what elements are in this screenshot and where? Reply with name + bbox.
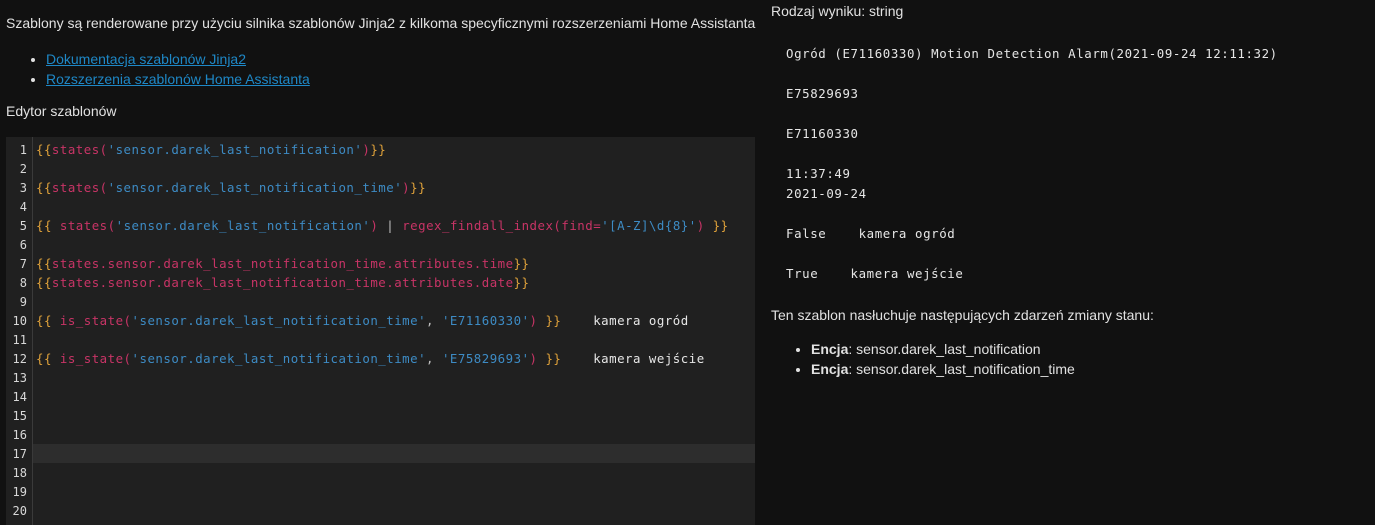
entity-id: : sensor.darek_last_notification_time (848, 361, 1075, 377)
line-number: 4 (19, 200, 27, 214)
code-token: 'sensor.darek_last_notification' (115, 218, 371, 233)
line-number: 5 (19, 219, 27, 233)
code-line: {{states('sensor.darek_last_notification… (36, 142, 386, 157)
listeners-label: Ten szablon nasłuchuje następujących zda… (771, 307, 1154, 323)
rendered-output: Ogród (E71160330) Motion Detection Alarm… (786, 46, 1278, 281)
line-number: 7 (19, 257, 27, 271)
code-token: 'E75829693' (441, 351, 530, 366)
code-token: {{ (36, 313, 52, 328)
listener-entity-list: Encja: sensor.darek_last_notification En… (794, 339, 1075, 379)
jinja2-docs-link[interactable]: Dokumentacja szablonów Jinja2 (46, 51, 246, 67)
line-number: 9 (19, 295, 27, 309)
code-token: 'sensor.darek_last_notification_time' (131, 351, 427, 366)
code-token: {{ (36, 142, 52, 157)
code-token: states.sensor.darek_last_notification_ti… (51, 275, 514, 290)
line-number: 3 (19, 181, 27, 195)
line-number: 8 (19, 276, 27, 290)
code-token: 'sensor.darek_last_notification_time' (107, 180, 403, 195)
ha-extensions-link[interactable]: Rozszerzenia szablonów Home Assistanta (46, 71, 310, 87)
code-token: }} (513, 275, 530, 290)
code-token: ) (696, 218, 713, 233)
code-token: states( (51, 218, 116, 233)
code-token: }} (370, 142, 387, 157)
code-token: }} (545, 351, 562, 366)
line-number: 13 (12, 371, 27, 385)
code-token: , (426, 351, 442, 366)
code-token: kamera wejście (561, 351, 705, 366)
entity-label: Encja (811, 341, 849, 357)
code-token: {{ (36, 256, 52, 271)
code-token: }} (513, 256, 530, 271)
developer-tools-template-page: Szablony są renderowane przy użyciu siln… (0, 0, 1375, 525)
line-number: 14 (12, 390, 27, 404)
code-token: , (426, 313, 442, 328)
result-type-label: Rodzaj wyniku: string (771, 3, 904, 19)
entity-label: Encja (811, 361, 849, 377)
line-number: 17 (12, 447, 27, 461)
line-number: 18 (12, 466, 27, 480)
code-token: is_state( (51, 351, 132, 366)
code-token: 'sensor.darek_last_notification_time' (131, 313, 427, 328)
listener-entity-item: Encja: sensor.darek_last_notification (811, 339, 1075, 359)
docs-links: Dokumentacja szablonów Jinja2 Rozszerzen… (28, 49, 310, 89)
line-number: 1 (19, 143, 27, 157)
code-token: }} (545, 313, 562, 328)
code-token: kamera ogród (561, 313, 689, 328)
line-number: 2 (19, 162, 27, 176)
code-token: states( (51, 142, 108, 157)
line-number: 6 (19, 238, 27, 252)
line-number: 16 (12, 428, 27, 442)
template-result-panel: Rodzaj wyniku: string Ogród (E71160330) … (756, 0, 1375, 525)
line-number: 12 (12, 352, 27, 366)
code-token: {{ (36, 351, 52, 366)
code-token: {{ (36, 218, 52, 233)
code-token: | (378, 218, 403, 233)
docs-link-item: Dokumentacja szablonów Jinja2 (46, 49, 310, 69)
docs-link-item: Rozszerzenia szablonów Home Assistanta (46, 69, 310, 89)
code-token: }} (410, 180, 427, 195)
code-line: {{states.sensor.darek_last_notification_… (36, 275, 530, 290)
editor-label: Edytor szablonów (6, 103, 117, 119)
code-token: is_state( (51, 313, 132, 328)
intro-text: Szablony są renderowane przy użyciu siln… (6, 15, 760, 31)
entity-id: : sensor.darek_last_notification (848, 341, 1041, 357)
code-editor[interactable]: 1 2 3 4 5 6 7 8 9 10 11 12 13 14 15 16 1… (6, 137, 755, 525)
code-token: '[A-Z]\d{8}' (601, 218, 697, 233)
code-token: ) (529, 351, 546, 366)
code-token: {{ (36, 275, 52, 290)
code-line: {{ is_state('sensor.darek_last_notificat… (36, 351, 705, 366)
code-token: 'E71160330' (441, 313, 530, 328)
code-token: ) (529, 313, 546, 328)
line-number: 11 (12, 333, 27, 347)
template-editor-panel: Szablony są renderowane przy użyciu siln… (0, 0, 760, 525)
code-token: states( (51, 180, 108, 195)
line-number-gutter: 1 2 3 4 5 6 7 8 9 10 11 12 13 14 15 16 1… (6, 137, 33, 525)
line-number: 10 (12, 314, 27, 328)
code-token: ) (402, 180, 411, 195)
listener-entity-item: Encja: sensor.darek_last_notification_ti… (811, 359, 1075, 379)
line-number: 15 (12, 409, 27, 423)
code-line: {{states('sensor.darek_last_notification… (36, 180, 426, 195)
code-token: regex_findall_index(find= (402, 218, 602, 233)
code-line: {{ states('sensor.darek_last_notificatio… (36, 218, 729, 233)
code-token: {{ (36, 180, 52, 195)
code-line: {{ is_state('sensor.darek_last_notificat… (36, 313, 689, 328)
line-number: 20 (12, 504, 27, 518)
active-line-highlight (33, 444, 755, 463)
line-number: 19 (12, 485, 27, 499)
code-token: states.sensor.darek_last_notification_ti… (51, 256, 514, 271)
code-token: }} (712, 218, 729, 233)
code-token: 'sensor.darek_last_notification' (107, 142, 363, 157)
code-line: {{states.sensor.darek_last_notification_… (36, 256, 530, 271)
